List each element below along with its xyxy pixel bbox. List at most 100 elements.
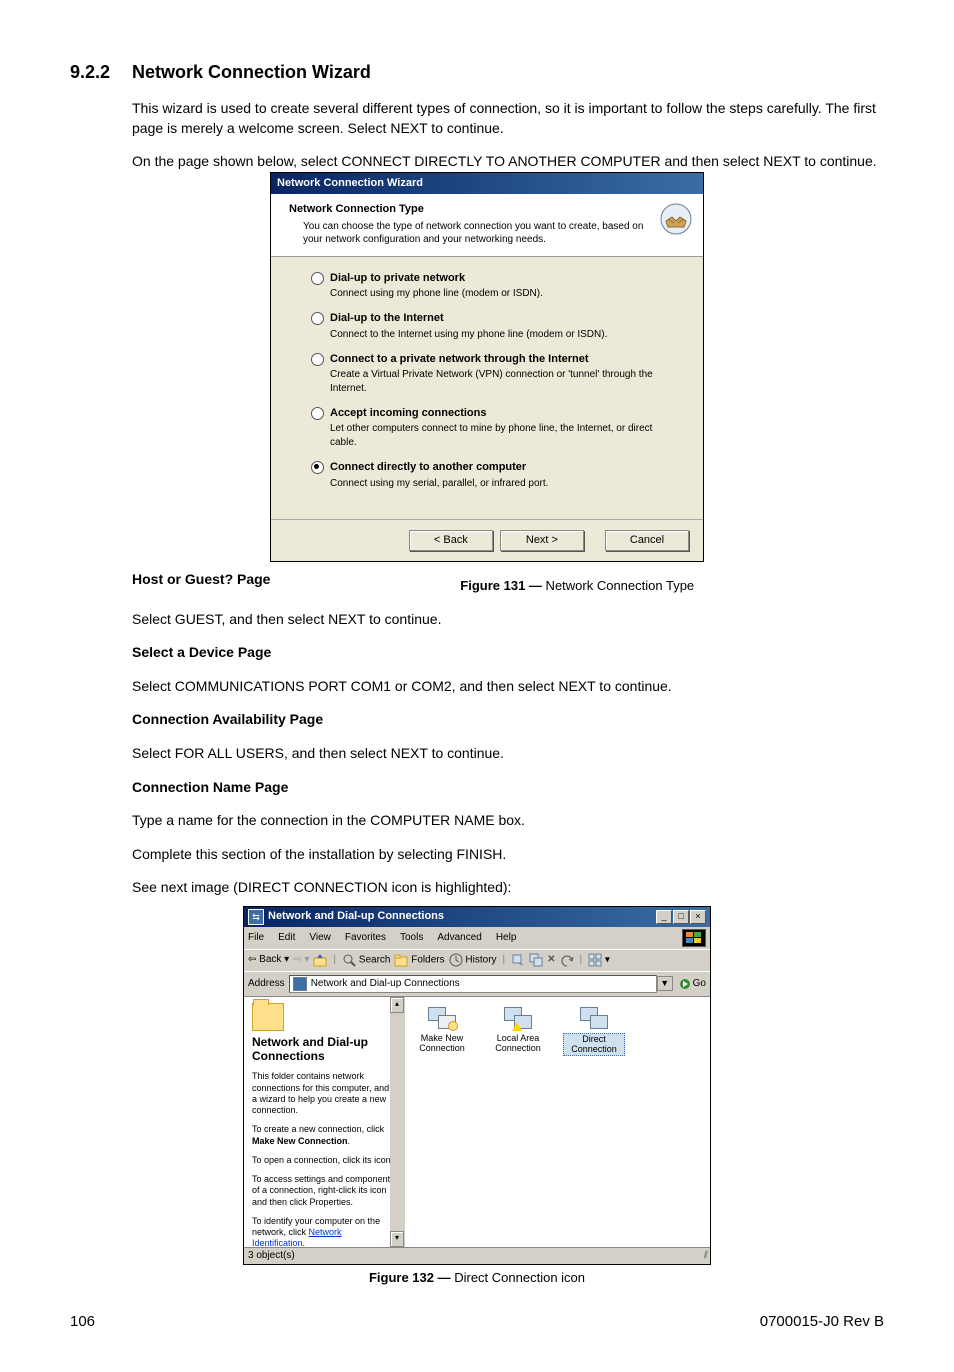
network-connection-wizard-dialog: Network Connection Wizard Network Connec… [270, 172, 704, 562]
page-footer: 106 0700015-J0 Rev B [70, 1311, 884, 1332]
radio-description: Connect using my serial, parallel, or in… [330, 477, 548, 491]
radio-label: Dial-up to private network [330, 271, 543, 286]
wizard-titlebar: Network Connection Wizard [271, 173, 703, 194]
connection-availability-heading: Connection Availability Page [132, 710, 884, 730]
maximize-button[interactable]: □ [673, 910, 689, 924]
folder-icon [252, 1003, 284, 1031]
radio-description: Create a Virtual Private Network (VPN) c… [330, 368, 675, 396]
cancel-button[interactable]: Cancel [605, 530, 689, 551]
figure-132-caption: Figure 132 — Direct Connection icon [70, 1269, 884, 1287]
sidebar-title: Network and Dial-up Connections [252, 1035, 396, 1064]
sidebar-paragraph-1: This folder contains network connections… [252, 1071, 396, 1116]
sidebar-paragraph-5: To identify your computer on the network… [252, 1216, 396, 1247]
wizard-body: Dial-up to private network Connect using… [271, 257, 703, 519]
direct-connection-item[interactable]: Direct Connection [563, 1007, 625, 1057]
up-button[interactable] [313, 953, 327, 968]
connections-app-icon: ⇆ [248, 909, 264, 925]
explorer-sidebar: Network and Dial-up Connections This fol… [244, 997, 405, 1247]
local-area-connection-item[interactable]: Local Area Connection [487, 1007, 549, 1055]
section-number: 9.2.2 [70, 60, 132, 85]
wizard-header-title: Network Connection Type [289, 202, 659, 217]
address-dropdown-button[interactable]: ▼ [657, 976, 673, 991]
host-or-guest-heading: Host or Guest? Page [132, 570, 270, 590]
explorer-window: ⇆ Network and Dial-up Connections _□× Fi… [243, 906, 711, 1265]
radio-label: Dial-up to the Internet [330, 311, 607, 326]
menu-tools[interactable]: Tools [400, 931, 423, 945]
radio-option-vpn[interactable]: Connect to a private network through the… [311, 352, 675, 396]
item-label: Local Area Connection [495, 1033, 541, 1054]
direct-connection-icon [580, 1007, 608, 1029]
connection-name-text-1: Type a name for the connection in the CO… [132, 811, 884, 831]
sidebar-scrollbar[interactable]: ▴ ▾ [390, 997, 404, 1247]
search-button[interactable]: Search [342, 953, 390, 968]
connection-name-heading: Connection Name Page [132, 778, 884, 798]
copy-to-button[interactable] [529, 953, 543, 968]
radio-description: Connect to the Internet using my phone l… [330, 328, 607, 342]
explorer-title-text: Network and Dial-up Connections [268, 909, 655, 924]
explorer-menubar: File Edit View Favorites Tools Advanced … [244, 927, 710, 949]
explorer-icon-area: Make New Connection Local Area Connectio… [405, 997, 710, 1247]
item-label: Direct Connection [563, 1033, 625, 1057]
views-button[interactable]: ▾ [588, 953, 610, 968]
make-new-connection-item[interactable]: Make New Connection [411, 1007, 473, 1055]
wizard-header: Network Connection Type You can choose t… [271, 194, 703, 256]
windows-flag-icon [682, 929, 706, 947]
radio-option-direct[interactable]: Connect directly to another computer Con… [311, 460, 675, 490]
radio-option-dialup-internet[interactable]: Dial-up to the Internet Connect to the I… [311, 311, 675, 341]
menu-help[interactable]: Help [496, 931, 517, 945]
back-button[interactable]: ⇦ Back ▾ [248, 953, 289, 967]
connection-name-text-2: Complete this section of the installatio… [132, 845, 884, 865]
section-title: Network Connection Wizard [132, 62, 371, 82]
folders-button[interactable]: Folders [394, 953, 444, 968]
undo-button[interactable] [560, 953, 574, 968]
radio-option-incoming[interactable]: Accept incoming connections Let other co… [311, 406, 675, 450]
resize-grip-icon[interactable]: /// [692, 1249, 706, 1263]
radio-icon [311, 353, 324, 366]
go-button[interactable]: Go [679, 977, 706, 991]
address-label: Address [248, 977, 285, 991]
back-button[interactable]: < Back [409, 530, 493, 551]
connection-availability-text: Select FOR ALL USERS, and then select NE… [132, 744, 884, 764]
menu-edit[interactable]: Edit [278, 931, 295, 945]
menu-advanced[interactable]: Advanced [437, 931, 481, 945]
address-value: Network and Dial-up Connections [311, 977, 460, 991]
move-to-button[interactable] [511, 953, 525, 968]
explorer-statusbar: 3 object(s) /// [244, 1247, 710, 1264]
explorer-content: Network and Dial-up Connections This fol… [244, 996, 710, 1247]
status-text: 3 object(s) [248, 1249, 295, 1263]
close-button[interactable]: × [690, 910, 706, 924]
radio-label: Connect directly to another computer [330, 460, 548, 475]
menu-favorites[interactable]: Favorites [345, 931, 386, 945]
forward-button[interactable]: ⇨ ▾ [293, 953, 309, 967]
radio-icon [311, 312, 324, 325]
menu-file[interactable]: File [248, 931, 264, 945]
scroll-down-icon[interactable]: ▾ [390, 1231, 404, 1247]
radio-description: Let other computers connect to mine by p… [330, 422, 675, 450]
sidebar-paragraph-2: To create a new connection, click Make N… [252, 1124, 396, 1147]
sidebar-paragraph-3: To open a connection, click its icon. [252, 1155, 396, 1166]
wizard-header-description: You can choose the type of network conne… [289, 220, 659, 246]
minimize-button[interactable]: _ [656, 910, 672, 924]
section-heading: 9.2.2Network Connection Wizard [70, 60, 884, 85]
intro-paragraph-1: This wizard is used to create several di… [132, 99, 884, 138]
connection-name-text-3: See next image (DIRECT CONNECTION icon i… [132, 878, 884, 898]
radio-icon [311, 461, 324, 474]
radio-icon [311, 407, 324, 420]
radio-label: Connect to a private network through the… [330, 352, 675, 367]
radio-description: Connect using my phone line (modem or IS… [330, 287, 543, 301]
explorer-titlebar: ⇆ Network and Dial-up Connections _□× [244, 907, 710, 927]
address-field[interactable]: Network and Dial-up Connections [289, 975, 657, 993]
next-button[interactable]: Next > [500, 530, 584, 551]
figure-131-caption: Figure 131 — Network Connection Type [460, 578, 694, 593]
explorer-toolbar: ⇦ Back ▾ ⇨ ▾ | Search Folders History | … [244, 949, 710, 971]
sidebar-paragraph-4: To access settings and components of a c… [252, 1174, 396, 1208]
history-button[interactable]: History [449, 953, 497, 968]
scroll-up-icon[interactable]: ▴ [390, 997, 404, 1013]
select-device-heading: Select a Device Page [132, 643, 884, 663]
delete-button[interactable]: ✕ [547, 953, 555, 967]
menu-view[interactable]: View [309, 931, 331, 945]
explorer-addressbar: Address Network and Dial-up Connections … [244, 971, 710, 996]
host-guest-text: Select GUEST, and then select NEXT to co… [132, 610, 884, 630]
radio-option-dialup-private[interactable]: Dial-up to private network Connect using… [311, 271, 675, 301]
lan-connection-icon [504, 1007, 532, 1029]
